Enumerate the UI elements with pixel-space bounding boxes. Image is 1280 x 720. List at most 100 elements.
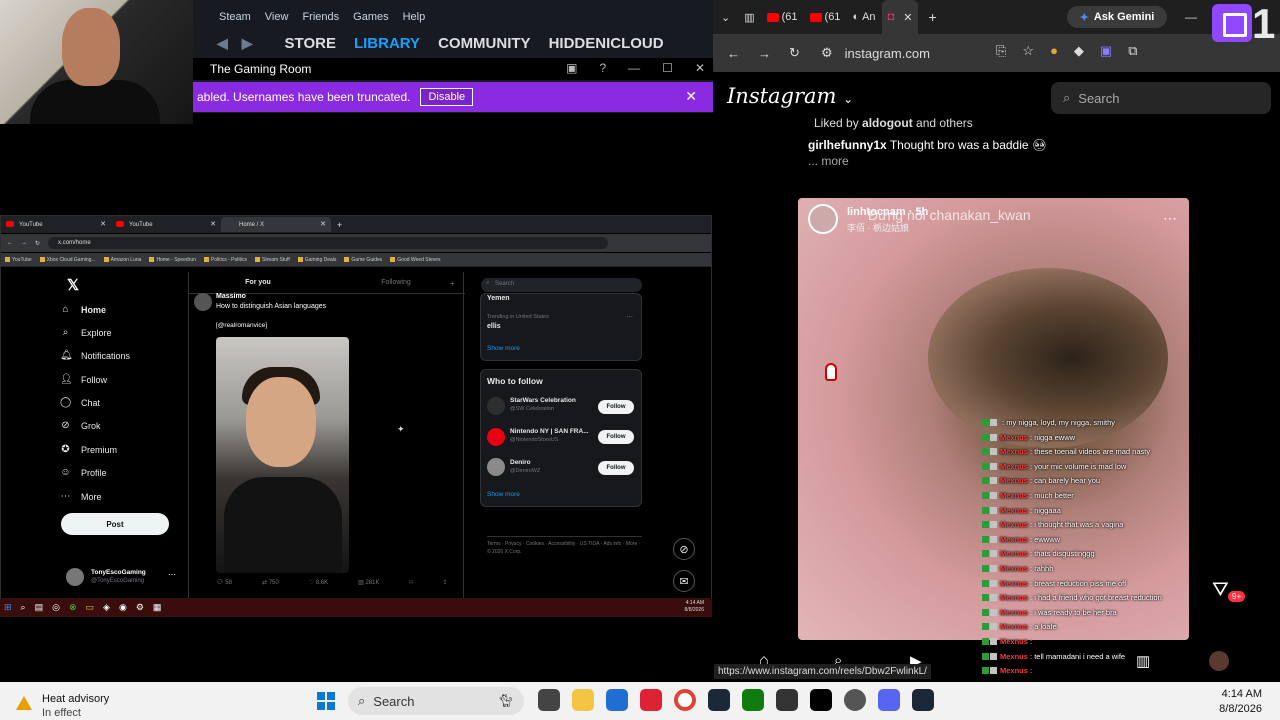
- bookmark-item[interactable]: Game Guides: [344, 257, 382, 263]
- nav-chat[interactable]: ◯ Chat: [60, 397, 100, 408]
- tweet-author[interactable]: Massimo: [216, 293, 246, 300]
- file-explorer-icon[interactable]: [572, 689, 594, 711]
- minimize-icon[interactable]: —: [628, 61, 640, 75]
- suggestion-name[interactable]: Deniro: [510, 459, 531, 466]
- repost-count[interactable]: ⇄ 750: [262, 579, 279, 586]
- new-tab-icon[interactable]: +: [918, 9, 946, 25]
- bookmark-icon[interactable]: ⌑: [409, 579, 412, 586]
- store-icon[interactable]: [606, 689, 628, 711]
- close-icon[interactable]: ✕: [210, 220, 216, 228]
- avatar[interactable]: [487, 397, 505, 415]
- new-tab-icon[interactable]: +: [337, 220, 342, 230]
- tab-following[interactable]: Following: [327, 272, 465, 293]
- bookmark-item[interactable]: Good Weed Steves: [390, 257, 440, 263]
- clock[interactable]: 4:14 AM 8/8/2026: [1219, 687, 1262, 717]
- chat-username[interactable]: Mexnus: [1000, 433, 1028, 442]
- tab-youtube-1[interactable]: (61: [761, 0, 804, 34]
- nav-explore[interactable]: ⌕ Explore: [60, 327, 112, 338]
- nav-follow[interactable]: 👤︎ Follow: [60, 374, 107, 385]
- steam-menu-games[interactable]: Games: [353, 11, 388, 23]
- close-icon[interactable]: ✕: [685, 88, 697, 105]
- filter-icon[interactable]: ⛛: [1212, 579, 1229, 602]
- discord-icon[interactable]: [878, 689, 900, 711]
- chat-username[interactable]: Mexnus: [1000, 506, 1028, 515]
- steam-menu-help[interactable]: Help: [403, 11, 426, 23]
- avatar[interactable]: [194, 293, 212, 311]
- install-icon[interactable]: ⎘: [996, 43, 1006, 59]
- chat-username[interactable]: Mexnus: [1000, 652, 1028, 661]
- nav-profile[interactable]: ☺ Profile: [60, 467, 106, 478]
- tab-other[interactable]: ◐ An: [846, 0, 881, 34]
- steam-icon[interactable]: [912, 689, 934, 711]
- bookmark-item[interactable]: Stream Stuff: [255, 257, 290, 263]
- app-icon[interactable]: ◈: [103, 602, 110, 613]
- close-icon[interactable]: ✕: [903, 11, 912, 24]
- follow-button[interactable]: Follow: [598, 461, 634, 475]
- settings-icon[interactable]: ⚙: [136, 602, 144, 613]
- avatar[interactable]: [1209, 651, 1229, 671]
- reload-icon[interactable]: ↻: [789, 45, 800, 61]
- show-more-link[interactable]: Show more: [487, 491, 520, 498]
- trend-item[interactable]: Yemen: [487, 295, 510, 302]
- xbox-icon[interactable]: [742, 689, 764, 711]
- weather-widget[interactable]: Heat advisory In effect: [16, 692, 109, 720]
- nav-more[interactable]: ⋯ More: [60, 491, 102, 502]
- app-icon[interactable]: [776, 689, 798, 711]
- back-forward-icon[interactable]: ◀▶: [217, 35, 267, 52]
- share-icon[interactable]: ⇪: [443, 579, 448, 586]
- bookmark-item[interactable]: Amazon Luna: [104, 257, 142, 263]
- show-more-link[interactable]: Show more: [487, 345, 520, 352]
- follow-button[interactable]: Follow: [598, 430, 634, 444]
- task-view-icon[interactable]: ▤: [35, 602, 44, 613]
- chat-username[interactable]: Mexnus: [1000, 593, 1028, 602]
- epic-games-icon[interactable]: [810, 689, 832, 711]
- chat-username[interactable]: Mexnus: [1000, 491, 1028, 500]
- maximize-icon[interactable]: ☐: [662, 61, 673, 75]
- extension-icon[interactable]: ▣: [1100, 43, 1112, 59]
- trend-item[interactable]: ellis: [487, 323, 501, 330]
- instagram-search-input[interactable]: ⌕ Search: [1051, 82, 1271, 114]
- taskbar-search-input[interactable]: ⌕ Search 🐈︎: [348, 687, 524, 715]
- chat-username[interactable]: Mexnus: [1000, 608, 1028, 617]
- back-icon[interactable]: ←: [7, 240, 13, 246]
- steam-icon[interactable]: [708, 689, 730, 711]
- extension-icon[interactable]: ◆: [1074, 43, 1084, 59]
- start-icon[interactable]: [317, 692, 335, 710]
- avatar[interactable]: [808, 204, 838, 234]
- account-menu-icon[interactable]: ⋯: [168, 570, 176, 579]
- xbox-icon[interactable]: ⊗: [69, 602, 77, 613]
- extensions-puzzle-icon[interactable]: ⧉: [1128, 43, 1137, 59]
- messages-fab-icon[interactable]: ✉: [673, 570, 695, 592]
- steam-menu-view[interactable]: View: [265, 11, 289, 23]
- chat-username[interactable]: Mexnus: [1000, 535, 1028, 544]
- stats-icon[interactable]: ▥: [1136, 652, 1150, 670]
- tab-for-you[interactable]: For you: [189, 272, 327, 293]
- view-count[interactable]: ▥ 281K: [358, 579, 379, 586]
- tab-x-home[interactable]: Home / X ✕: [221, 217, 331, 232]
- close-icon[interactable]: ✕: [100, 220, 106, 228]
- tab-youtube-1[interactable]: YouTube ✕: [1, 217, 111, 232]
- steam-nav-library[interactable]: LIBRARY: [354, 35, 420, 52]
- chat-username[interactable]: Mexnus: [1000, 564, 1028, 573]
- bookmark-item[interactable]: Xbox Cloud Gaming...: [40, 257, 96, 263]
- bookmark-item[interactable]: Home - Speedrun: [149, 257, 195, 263]
- chat-username[interactable]: Mexnus: [1000, 520, 1028, 529]
- forward-icon[interactable]: →: [21, 240, 27, 246]
- url-field[interactable]: x.com/home: [48, 237, 609, 249]
- steam-nav-store[interactable]: STORE: [285, 35, 336, 52]
- liked-user[interactable]: aldogout: [862, 116, 913, 130]
- steam-menu-friends[interactable]: Friends: [302, 11, 339, 23]
- chat-username[interactable]: Mexnus: [1000, 579, 1028, 588]
- nav-grok[interactable]: ⊘ Grok: [60, 420, 100, 431]
- tab-search-icon[interactable]: ⌄: [713, 11, 738, 24]
- more-link[interactable]: ... more: [808, 154, 849, 168]
- chat-username[interactable]: Mexnus: [1000, 447, 1028, 456]
- bookmark-item[interactable]: Gaming Deals: [298, 257, 337, 263]
- reply-count[interactable]: 💬︎ 58: [216, 579, 232, 586]
- suggestion-name[interactable]: Nintendo NY | SAN FRA...: [510, 428, 589, 435]
- bookmark-item[interactable]: YouTube: [5, 257, 32, 263]
- avatar[interactable]: [487, 458, 505, 476]
- x-logo-icon[interactable]: 𝕏: [67, 276, 79, 294]
- close-icon[interactable]: ✕: [320, 220, 326, 228]
- instagram-logo[interactable]: Instagram ⌄: [727, 84, 853, 108]
